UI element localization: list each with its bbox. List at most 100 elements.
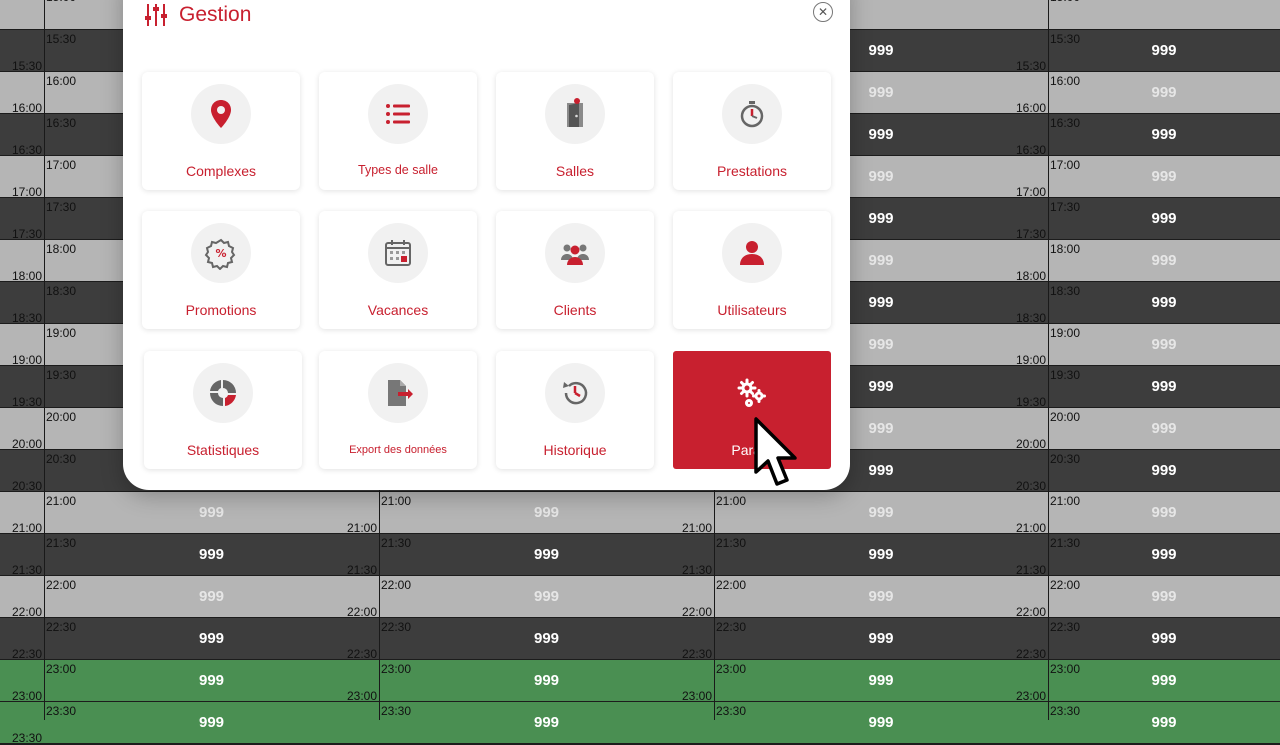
time-gutter-cell: 16:30: [0, 114, 44, 157]
schedule-slot[interactable]: 23:00 999: [1048, 660, 1280, 702]
time-gutter-cell: 21:30: [0, 534, 44, 577]
map-pin-icon: [211, 100, 231, 128]
schedule-slot[interactable]: 21:30 999: [1048, 534, 1280, 576]
time-gutter-cell: 23:00: [0, 660, 44, 703]
schedule-slot[interactable]: 21:00 999: [1048, 492, 1280, 534]
schedule-slot[interactable]: 16:30 999: [1048, 114, 1280, 156]
slot-capacity: 999: [198, 588, 225, 605]
schedule-slot[interactable]: 18:30 999: [1048, 282, 1280, 324]
door-icon: [567, 98, 583, 127]
tile-prestations[interactable]: Prestations: [673, 72, 831, 190]
schedule-slot[interactable]: 15:30 999: [1048, 30, 1280, 72]
tile-label: Statistiques: [186, 442, 260, 458]
schedule-slot[interactable]: 21:30 21:30 999: [379, 534, 714, 577]
schedule-slot[interactable]: 22:00 999: [1048, 576, 1280, 618]
schedule-slot[interactable]: 22:00 22:00 999: [379, 576, 714, 619]
schedule-slot[interactable]: 22:30 22:30 999: [44, 618, 379, 661]
slot-capacity: 999: [1151, 672, 1177, 689]
schedule-slot[interactable]: 20:30 999: [1048, 450, 1280, 492]
slot-capacity: 999: [1151, 588, 1177, 605]
tile-icon-wrap: [545, 223, 605, 283]
slot-capacity: 999: [533, 714, 560, 731]
schedule-slot[interactable]: 21:00 21:00 999: [379, 492, 714, 535]
time-gutter-cell: 22:30: [0, 618, 44, 661]
slot-capacity: 999: [1151, 294, 1177, 311]
tile-icon-wrap: [545, 363, 605, 423]
tile-icon-wrap: [545, 84, 605, 144]
schedule-slot[interactable]: 23:00 23:00 999: [714, 660, 1048, 703]
modal-title: Gestion: [179, 3, 252, 26]
slot-capacity: 999: [868, 504, 894, 521]
gears-icon: [737, 378, 766, 407]
tile-label: Prestations: [716, 163, 788, 179]
column-divider: [1048, 0, 1049, 720]
slot-capacity: 999: [1151, 252, 1177, 269]
schedule-row: 21:30 21:30 21:30 999 21:30 21:30 999 21:30 21:3…: [0, 534, 1280, 577]
tile-historique[interactable]: Historique: [496, 351, 654, 469]
schedule-slot[interactable]: 23:00 23:00 999: [44, 660, 379, 703]
tile-label: Salles: [555, 163, 595, 179]
tile-types-de-salle[interactable]: Types de salle: [319, 72, 477, 190]
schedule-slot[interactable]: 23:30 999: [379, 702, 714, 744]
schedule-slot[interactable]: 23:00 23:00 999: [379, 660, 714, 703]
time-gutter-cell: [0, 0, 44, 30]
tile-icon-wrap: %: [191, 223, 251, 283]
tile-label: Vacances: [367, 302, 429, 318]
slot-capacity: 999: [198, 546, 225, 563]
schedule-slot[interactable]: 16:00 999: [1048, 72, 1280, 114]
schedule-slot[interactable]: 17:30 999: [1048, 198, 1280, 240]
tile-salles[interactable]: Salles: [496, 72, 654, 190]
schedule-slot[interactable]: 15:00: [1048, 0, 1280, 30]
close-icon: ✕: [817, 5, 829, 19]
user-icon: [740, 241, 764, 265]
schedule-slot[interactable]: 18:00 999: [1048, 240, 1280, 282]
slot-capacity: 999: [1151, 210, 1177, 227]
time-gutter-cell: 18:30: [0, 282, 44, 325]
schedule-slot[interactable]: 17:00 999: [1048, 156, 1280, 198]
tile-label: Promotions: [185, 302, 257, 318]
tile-icon-wrap: [722, 223, 782, 283]
tile-promotions[interactable]: % Promotions: [142, 211, 300, 329]
schedule-slot[interactable]: 22:30 22:30 999: [379, 618, 714, 661]
schedule-slot[interactable]: 21:30 21:30 999: [44, 534, 379, 577]
slot-capacity: 999: [1151, 126, 1177, 143]
tile-icon-wrap: [368, 84, 428, 144]
schedule-slot[interactable]: 23:30 999: [44, 702, 379, 744]
time-gutter-cell: 21:00: [0, 492, 44, 535]
schedule-row: 23:00 23:00 23:00 999 23:00 23:00 999 23:00 23:0…: [0, 660, 1280, 703]
time-gutter-cell: 20:00: [0, 408, 44, 451]
slot-capacity: 999: [868, 546, 894, 563]
tile-complexes[interactable]: Complexes: [142, 72, 300, 190]
slot-start-time: 15:00: [1050, 0, 1080, 4]
schedule-slot[interactable]: 22:00 22:00 999: [44, 576, 379, 619]
schedule-slot[interactable]: 21:30 21:30 999: [714, 534, 1048, 577]
slot-capacity: 999: [1151, 420, 1177, 437]
tile-export-des-donnees[interactable]: Export des données: [319, 351, 477, 469]
schedule-slot[interactable]: 23:30 999: [1048, 702, 1280, 744]
schedule-slot[interactable]: 21:00 21:00 999: [44, 492, 379, 535]
time-gutter-cell: 16:00: [0, 72, 44, 115]
calendar-icon: [385, 240, 411, 266]
tile-vacances[interactable]: Vacances: [319, 211, 477, 329]
slot-capacity: 999: [868, 588, 894, 605]
discount-badge-icon: %: [204, 238, 236, 270]
tile-utilisateurs[interactable]: Utilisateurs: [673, 211, 831, 329]
schedule-slot[interactable]: 20:00 999: [1048, 408, 1280, 450]
close-button[interactable]: ✕: [813, 2, 833, 22]
tile-statistiques[interactable]: Statistiques: [144, 351, 302, 469]
schedule-slot[interactable]: 23:30 999: [714, 702, 1048, 744]
schedule-slot[interactable]: 22:00 22:00 999: [714, 576, 1048, 619]
schedule-slot[interactable]: 21:00 21:00 999: [714, 492, 1048, 535]
tile-icon-wrap: [191, 84, 251, 144]
tile-label: Export des données: [349, 444, 447, 456]
schedule-row: 22:30 22:30 22:30 999 22:30 22:30 999 22:30 22:3…: [0, 618, 1280, 661]
schedule-slot[interactable]: 19:00 999: [1048, 324, 1280, 366]
tile-clients[interactable]: Clients: [496, 211, 654, 329]
schedule-slot[interactable]: 22:30 22:30 999: [714, 618, 1048, 661]
schedule-slot[interactable]: 22:30 999: [1048, 618, 1280, 660]
slot-capacity: 999: [1151, 546, 1177, 563]
schedule-slot[interactable]: 19:30 999: [1048, 366, 1280, 408]
slot-capacity: 999: [1151, 336, 1177, 353]
stopwatch-icon: [740, 101, 764, 128]
sliders-icon: [145, 4, 167, 26]
